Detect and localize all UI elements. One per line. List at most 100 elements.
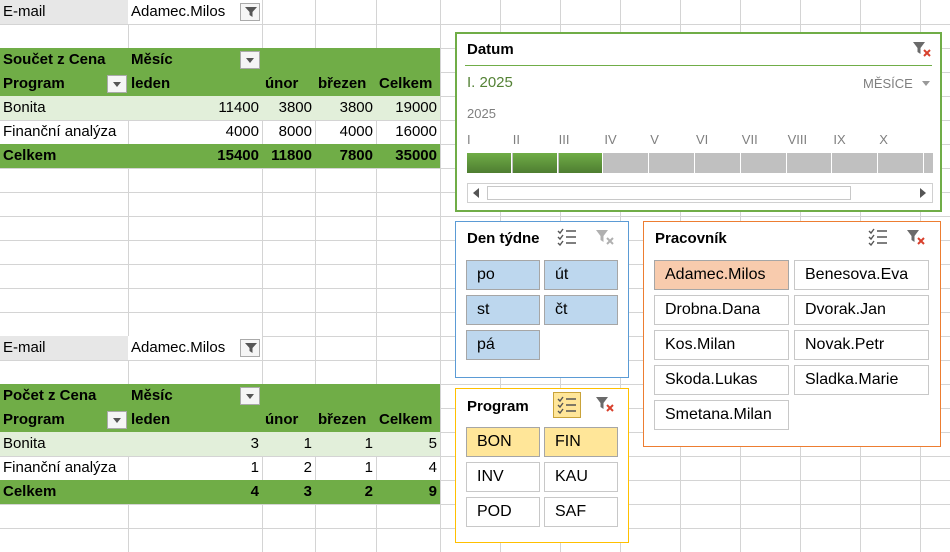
slicer-item-bon[interactable]: BON <box>466 427 540 457</box>
timeline-month-label: III <box>558 132 570 147</box>
slicer-item-benesova-eva[interactable]: Benesova.Eva <box>794 260 929 290</box>
table-cell: 5 <box>376 432 440 456</box>
timeline-month-segment[interactable] <box>787 153 833 173</box>
column-header: březen <box>315 408 376 432</box>
dropdown-arrow-icon[interactable] <box>107 75 127 93</box>
clear-filter-icon[interactable] <box>906 228 926 250</box>
dropdown-arrow-icon[interactable] <box>240 51 260 69</box>
column-header: březen <box>315 72 376 96</box>
table-cell: 4000 <box>339 123 373 140</box>
multi-select-icon[interactable] <box>557 228 577 250</box>
scroll-right-icon[interactable] <box>920 188 926 198</box>
grand-total-cell: 2 <box>315 480 376 504</box>
slicer-item-kau[interactable]: KAU <box>544 462 618 492</box>
slicer-item--t[interactable]: út <box>544 260 618 290</box>
timeline-selection-label: I. 2025 <box>467 74 513 91</box>
column-header: leden <box>128 408 262 432</box>
timeline-month-segment[interactable] <box>650 153 695 173</box>
grand-total-cell: 9 <box>376 480 440 504</box>
timeline-month-segment[interactable] <box>879 153 924 173</box>
slicer-item-sladka-marie[interactable]: Sladka.Marie <box>794 365 929 395</box>
slicer-item-adamec-milos[interactable]: Adamec.Milos <box>654 260 789 290</box>
timeline-month-segment[interactable] <box>741 153 787 173</box>
slicer-item-st[interactable]: st <box>466 295 540 325</box>
table-cell: 1 <box>364 459 373 476</box>
filter-icon[interactable] <box>240 339 260 357</box>
timeline-month-label: VIII <box>787 132 808 147</box>
slicer-item-novak-petr[interactable]: Novak.Petr <box>794 330 929 360</box>
row-label: Bonita <box>0 432 128 456</box>
timeline-month-segment[interactable] <box>467 153 512 173</box>
timeline-month-segment[interactable] <box>512 153 558 173</box>
slicer-item-fin[interactable]: FIN <box>544 427 618 457</box>
clear-filter-icon[interactable] <box>595 228 615 250</box>
column-header: Celkem <box>376 408 440 432</box>
grand-total-cell: 3 <box>262 480 315 504</box>
timeline-month-label: V <box>650 132 659 147</box>
table-cell: 2 <box>303 459 312 476</box>
dropdown-arrow-icon[interactable] <box>107 411 127 429</box>
slicer-item-pod[interactable]: POD <box>466 497 540 527</box>
grand-total-cell: 7800 <box>315 144 376 168</box>
grand-total-label: Celkem <box>0 480 128 504</box>
timeline-month-labels: I II III IV V VI VII VIII IX X <box>467 132 933 148</box>
scroll-left-icon[interactable] <box>473 188 479 198</box>
timeline-month-segment[interactable] <box>558 153 604 173</box>
grand-total-label: Celkem <box>0 144 128 168</box>
timeline-scrollbar[interactable] <box>467 183 933 203</box>
dropdown-arrow-icon[interactable] <box>240 387 260 405</box>
column-field-label: Měsíc <box>128 384 440 408</box>
slicer-item-drobna-dana[interactable]: Drobna.Dana <box>654 295 789 325</box>
timeline-month-label: IX <box>833 132 846 147</box>
table-cell: 1 <box>315 432 376 456</box>
slicer-den-tydne[interactable]: Den týdne po út st čt pá <box>455 221 629 378</box>
table-cell: 3 <box>128 432 262 456</box>
table-cell: 4000 <box>225 123 259 140</box>
timeline-month-segment[interactable] <box>604 153 650 173</box>
column-header: únor <box>262 72 315 96</box>
slicer-pracovnik[interactable]: Pracovník Adamec.Milos Benesova.Eva Drobna… <box>643 221 941 447</box>
report-filter-label: E-mail <box>0 336 128 360</box>
filter-icon[interactable] <box>240 3 260 21</box>
slicer-item-p-[interactable]: pá <box>466 330 540 360</box>
table-cell: 1 <box>262 432 315 456</box>
column-header: únor <box>262 408 315 432</box>
table-cell: 3800 <box>262 96 315 120</box>
table-cell: 8000 <box>278 123 312 140</box>
table-cell: 16000 <box>395 123 437 140</box>
scroll-thumb[interactable] <box>487 186 851 200</box>
slicer-item-saf[interactable]: SAF <box>544 497 618 527</box>
column-header: leden <box>128 72 262 96</box>
value-field-label: Počet z Cena <box>0 384 128 408</box>
timeline-year-label: 2025 <box>467 106 496 121</box>
clear-filter-icon[interactable] <box>912 40 932 62</box>
timeline-month-label: I <box>467 132 471 147</box>
timeline-title: Datum <box>467 41 514 58</box>
timeline-month-segment[interactable] <box>833 153 879 173</box>
clear-filter-icon[interactable] <box>595 395 615 417</box>
table-cell: 4 <box>428 459 437 476</box>
timeline-level-selector[interactable]: MĚSÍCE <box>863 76 931 91</box>
multi-select-icon[interactable] <box>868 228 888 250</box>
slicer-program[interactable]: Program BON FIN INV KAU POD SAF <box>455 388 629 543</box>
slicer-item-po[interactable]: po <box>466 260 540 290</box>
slicer-item-smetana-milan[interactable]: Smetana.Milan <box>654 400 789 430</box>
column-field-label: Měsíc <box>128 48 440 72</box>
multi-select-icon[interactable] <box>553 392 581 418</box>
slicer-item-kos-milan[interactable]: Kos.Milan <box>654 330 789 360</box>
slicer-item-dvorak-jan[interactable]: Dvorak.Jan <box>794 295 929 325</box>
row-label: Bonita <box>0 96 128 120</box>
timeline-datum[interactable]: Datum I. 2025 MĚSÍCE 2025 I II III IV V VI VII… <box>455 32 942 212</box>
timeline-month-label: IV <box>604 132 617 147</box>
grand-total-cell: 4 <box>128 480 262 504</box>
grand-total-cell: 11800 <box>262 144 315 168</box>
slicer-item-inv[interactable]: INV <box>466 462 540 492</box>
slicer-item--t[interactable]: čt <box>544 295 618 325</box>
slicer-item-skoda-lukas[interactable]: Skoda.Lukas <box>654 365 789 395</box>
table-cell: 3800 <box>315 96 376 120</box>
grid-line <box>0 216 950 217</box>
table-cell: 19000 <box>376 96 440 120</box>
timeline-bar[interactable] <box>467 153 933 173</box>
timeline-month-label: VII <box>741 132 758 147</box>
timeline-month-segment[interactable] <box>696 153 741 173</box>
